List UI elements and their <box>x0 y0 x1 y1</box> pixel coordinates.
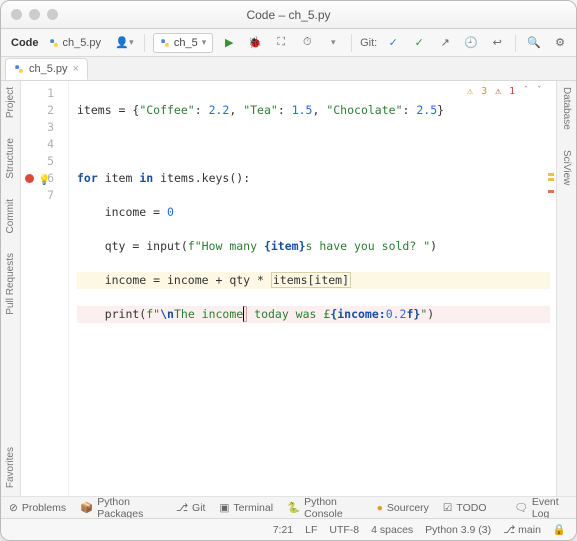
sidebar-item-favorites[interactable]: Favorites <box>5 447 16 488</box>
sidebar-item-database[interactable]: Database <box>561 87 572 130</box>
branch-icon: ⎇ <box>503 524 515 536</box>
code-area[interactable]: items = {"Coffee": 2.2, "Tea": 1.5, "Cho… <box>69 81 556 496</box>
caret-position[interactable]: 7:21 <box>273 524 293 536</box>
interpreter[interactable]: Python 3.9 (3) <box>425 524 491 536</box>
line-number: 4 <box>21 136 54 153</box>
inspection-widget[interactable]: ⚠3 ⚠1 ˆˇ <box>459 81 550 101</box>
sidebar-item-project[interactable]: Project <box>5 87 16 118</box>
editor-tabs: ch_5.py × <box>1 57 576 81</box>
indent[interactable]: 4 spaces <box>371 524 413 536</box>
stripe-warning[interactable] <box>548 173 554 176</box>
tool-packages[interactable]: 📦Python Packages <box>80 496 162 520</box>
git-history-button[interactable]: 🕘 <box>461 33 481 53</box>
tool-git[interactable]: ⎇Git <box>176 502 206 514</box>
search-button[interactable]: 🔍 <box>524 33 544 53</box>
line-number: 2 <box>21 102 54 119</box>
tool-sourcery[interactable]: ●Sourcery <box>377 502 429 514</box>
line-number: 7 <box>21 187 54 204</box>
line-number: 1 <box>21 85 54 102</box>
package-icon: 📦 <box>80 501 93 514</box>
tool-window-bar: ⊘Problems 📦Python Packages ⎇Git ▣Termina… <box>1 496 576 518</box>
traffic-lights[interactable] <box>11 9 58 20</box>
main-toolbar: Code ch_5.py 👤▾ ch_5 ▾ ▶ 🐞 ⛶ ⏱ ▾ Git: ✓ … <box>1 29 576 57</box>
branch-icon: ⎇ <box>176 502 188 514</box>
line-number: 💡6 <box>21 170 54 187</box>
tool-console[interactable]: 🐍Python Console <box>287 496 362 520</box>
sidebar-item-sciview[interactable]: SciView <box>561 150 572 185</box>
line-ending[interactable]: LF <box>305 524 317 536</box>
sidebar-item-structure[interactable]: Structure <box>5 138 16 179</box>
settings-button[interactable]: ⚙ <box>550 33 570 53</box>
tool-problems[interactable]: ⊘Problems <box>9 502 66 514</box>
breadcrumb[interactable]: ch_5.py <box>49 37 102 49</box>
status-bar: 7:21 LF UTF-8 4 spaces Python 3.9 (3) ⎇ … <box>1 518 576 540</box>
rollback-button[interactable]: ↩ <box>487 33 507 53</box>
sourcery-icon: ● <box>377 502 383 514</box>
git-branch[interactable]: ⎇ main <box>503 524 541 536</box>
line-number: 5 <box>21 153 54 170</box>
warning-icon: ⚠ <box>467 83 473 100</box>
right-sidebar: Database SciView <box>556 81 576 496</box>
run-config-combo[interactable]: ch_5 ▾ <box>153 33 213 53</box>
sidebar-item-pull-requests[interactable]: Pull Requests <box>5 253 16 315</box>
git-push-button[interactable]: ↗ <box>435 33 455 53</box>
close-icon[interactable]: × <box>73 63 79 75</box>
python-icon <box>49 38 59 48</box>
todo-icon: ☑ <box>443 502 452 514</box>
tool-terminal[interactable]: ▣Terminal <box>219 502 273 514</box>
left-sidebar: Project Structure Commit Pull Requests F… <box>1 81 21 496</box>
attach-button[interactable]: ▾ <box>323 33 343 53</box>
profile-button[interactable]: ⏱ <box>297 33 317 53</box>
titlebar: Code – ch_5.py <box>1 1 576 29</box>
editor-panel: 1 2 3 4 5 💡6 7 items = {"Coffee": 2.2, "… <box>21 81 556 496</box>
main-area: Project Structure Commit Pull Requests F… <box>1 81 576 496</box>
lock-icon[interactable]: 🔒 <box>553 523 566 536</box>
ide-window: Code – ch_5.py Code ch_5.py 👤▾ ch_5 ▾ ▶ … <box>0 0 577 541</box>
tab-label: ch_5.py <box>29 63 68 75</box>
warning-highlight: items[item] <box>271 272 351 288</box>
build-button[interactable]: 👤▾ <box>113 33 136 53</box>
terminal-icon: ▣ <box>219 502 229 514</box>
debug-button[interactable]: 🐞 <box>245 33 265 53</box>
stripe-warning[interactable] <box>548 178 554 181</box>
git-commit-button[interactable]: ✓ <box>409 33 429 53</box>
stripe-error[interactable] <box>548 190 554 193</box>
breakpoint-icon[interactable] <box>25 174 34 183</box>
git-label: Git: <box>360 37 377 49</box>
breadcrumb-file: ch_5.py <box>63 37 102 49</box>
error-icon: ⚠ <box>495 83 501 100</box>
project-name[interactable]: Code <box>7 37 43 49</box>
git-update-button[interactable]: ✓ <box>383 33 403 53</box>
coverage-button[interactable]: ⛶ <box>271 33 291 53</box>
gutter[interactable]: 1 2 3 4 5 💡6 7 <box>21 81 69 496</box>
code-editor[interactable]: 1 2 3 4 5 💡6 7 items = {"Coffee": 2.2, "… <box>21 81 556 496</box>
line-number: 3 <box>21 119 54 136</box>
tool-todo[interactable]: ☑TODO <box>443 502 487 514</box>
tab-ch5[interactable]: ch_5.py × <box>5 58 88 80</box>
sidebar-item-commit[interactable]: Commit <box>5 199 16 233</box>
python-icon <box>160 38 170 48</box>
python-icon <box>14 64 24 74</box>
warning-icon: ⊘ <box>9 502 18 514</box>
run-config-label: ch_5 <box>174 37 198 49</box>
encoding[interactable]: UTF-8 <box>329 524 359 536</box>
console-icon: 🐍 <box>287 501 300 514</box>
tool-event-log[interactable]: 🗨Event Log <box>515 496 569 520</box>
window-title: Code – ch_5.py <box>246 8 330 22</box>
log-icon: 🗨 <box>515 501 528 514</box>
run-button[interactable]: ▶ <box>219 33 239 53</box>
